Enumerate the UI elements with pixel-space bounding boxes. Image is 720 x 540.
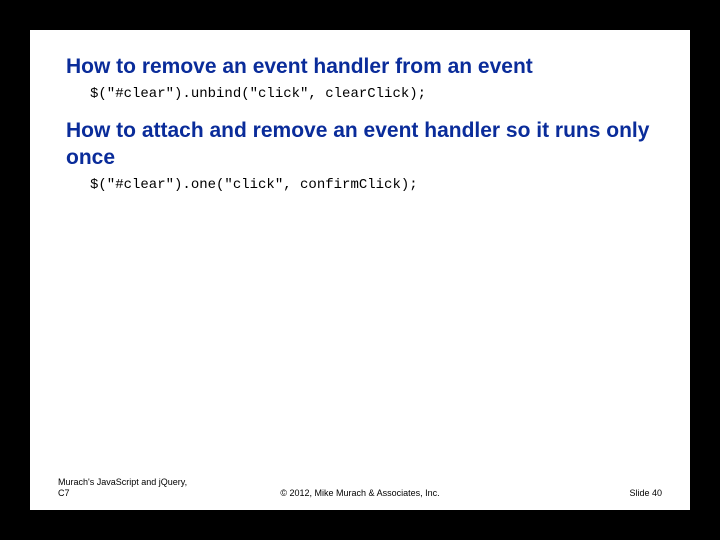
footer-book-title: Murach's JavaScript and jQuery, <box>58 477 187 487</box>
heading-one-time-handler: How to attach and remove an event handle… <box>66 118 654 171</box>
code-one: $("#clear").one("click", confirmClick); <box>90 177 654 193</box>
slide: How to remove an event handler from an e… <box>30 30 690 510</box>
code-unbind: $("#clear").unbind("click", clearClick); <box>90 86 654 102</box>
footer-slide-number: Slide 40 <box>629 488 662 498</box>
heading-remove-handler: How to remove an event handler from an e… <box>66 54 654 80</box>
footer-copyright: © 2012, Mike Murach & Associates, Inc. <box>30 488 690 498</box>
slide-content: How to remove an event handler from an e… <box>30 30 690 193</box>
